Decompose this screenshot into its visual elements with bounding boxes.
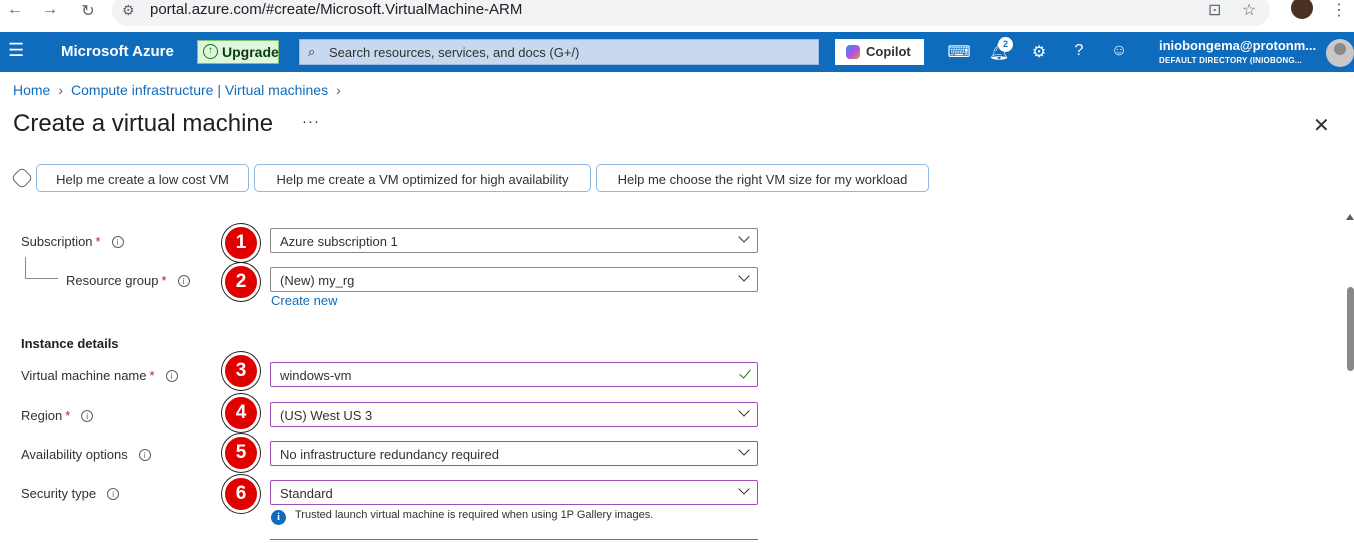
breadcrumb: Home › Compute infrastructure | Virtual ma… [13, 82, 349, 98]
security-type-value: Standard [280, 486, 333, 501]
security-info-note: i Trusted launch virtual machine is requi… [271, 509, 653, 525]
create-new-link[interactable]: Create new [271, 293, 337, 308]
step-marker-2: 2 [222, 263, 260, 301]
next-field-partial [270, 539, 758, 543]
cloud-shell-icon[interactable]: ⌨ [947, 42, 971, 62]
upgrade-arrow-icon: ↑ [203, 44, 218, 59]
step-marker-3: 3 [222, 352, 260, 390]
avatar[interactable] [1326, 39, 1354, 67]
tree-connector [25, 257, 58, 279]
address-bar[interactable]: ⚙ portal.azure.com/#create/Microsoft.Vir… [112, 0, 1270, 26]
account-directory: DEFAULT DIRECTORY (INIOBONG... [1159, 56, 1303, 65]
checkmark-icon [739, 366, 751, 379]
azure-top-bar: ☰ Microsoft Azure ↑ Upgrade ⌕ Search res… [0, 32, 1354, 72]
subscription-select[interactable]: Azure subscription 1 [270, 228, 758, 253]
security-type-label: Security type i [21, 486, 120, 501]
step-marker-6: 6 [222, 475, 260, 513]
feedback-icon[interactable]: ☺ [1107, 42, 1131, 60]
availability-select[interactable]: No infrastructure redundancy required [270, 441, 758, 466]
close-icon[interactable]: ✕ [1313, 113, 1330, 138]
security-note-text: Trusted launch virtual machine is requir… [295, 509, 654, 521]
subscription-value: Azure subscription 1 [280, 234, 398, 249]
hamburger-icon[interactable]: ☰ [8, 40, 24, 61]
region-select[interactable]: (US) West US 3 [270, 402, 758, 427]
step-marker-4: 4 [222, 394, 260, 432]
help-vm-size-button[interactable]: Help me choose the right VM size for my … [596, 164, 929, 192]
back-arrow-icon[interactable]: ← [5, 1, 25, 19]
region-label: Region * i [21, 408, 94, 423]
copilot-button[interactable]: Copilot [835, 39, 924, 65]
browser-toolbar: ← → ↻ ⚙ portal.azure.com/#create/Microso… [0, 0, 1354, 32]
upgrade-label: Upgrade [222, 44, 279, 60]
security-type-select[interactable]: Standard [270, 480, 758, 505]
url-text[interactable]: portal.azure.com/#create/Microsoft.Virtu… [150, 1, 522, 18]
upgrade-button[interactable]: ↑ Upgrade [197, 40, 279, 64]
chevron-down-icon [738, 231, 750, 243]
info-icon[interactable]: i [81, 410, 94, 422]
browser-menu-icon[interactable]: ⋮ [1331, 0, 1347, 20]
chevron-down-icon [738, 483, 750, 495]
site-settings-icon[interactable]: ⚙ [122, 2, 135, 19]
required-asterisk: * [95, 234, 101, 249]
chevron-down-icon [738, 405, 750, 417]
breadcrumb-virtual-machines[interactable]: Compute infrastructure | Virtual machine… [71, 82, 328, 98]
info-filled-icon: i [271, 510, 286, 525]
page-title: Create a virtual machine [13, 110, 274, 137]
search-placeholder: Search resources, services, and docs (G+… [329, 45, 580, 60]
forward-arrow-icon[interactable]: → [40, 1, 60, 19]
copilot-label: Copilot [866, 44, 911, 59]
more-options-icon[interactable]: ··· [302, 113, 320, 130]
required-asterisk: * [161, 273, 167, 288]
reload-icon[interactable]: ↻ [78, 1, 98, 21]
info-icon[interactable]: i [107, 488, 120, 500]
resource-group-label: Resource group * i [66, 273, 190, 288]
breadcrumb-home[interactable]: Home [13, 82, 50, 98]
search-input[interactable]: ⌕ Search resources, services, and docs (… [299, 39, 819, 65]
scrollbar-thumb[interactable] [1347, 287, 1354, 371]
required-asterisk: * [65, 408, 71, 423]
help-icon[interactable]: ? [1067, 42, 1091, 60]
required-asterisk: * [149, 368, 155, 383]
info-icon[interactable]: i [177, 275, 190, 287]
install-app-icon[interactable]: ⊡ [1208, 0, 1221, 20]
account-menu[interactable]: iniobongema@protonm... DEFAULT DIRECTORY… [1159, 38, 1324, 65]
copilot-outline-icon [10, 166, 34, 190]
help-high-availability-button[interactable]: Help me create a VM optimized for high a… [254, 164, 591, 192]
notification-count-badge: 2 [998, 37, 1013, 52]
gear-icon[interactable]: ⚙ [1027, 42, 1051, 62]
availability-value: No infrastructure redundancy required [280, 447, 499, 462]
account-email: iniobongema@protonm... [1159, 38, 1317, 53]
scroll-up-arrow-icon[interactable] [1346, 214, 1354, 220]
vm-name-input[interactable]: windows-vm [270, 362, 758, 387]
help-low-cost-vm-button[interactable]: Help me create a low cost VM [36, 164, 249, 192]
copilot-icon [846, 45, 860, 59]
resource-group-select[interactable]: (New) my_rg [270, 267, 758, 292]
bookmark-star-icon[interactable]: ☆ [1242, 0, 1256, 20]
browser-profile-avatar[interactable] [1291, 0, 1313, 19]
chevron-right-icon: › [336, 82, 341, 98]
step-marker-5: 5 [222, 434, 260, 472]
chevron-down-icon [738, 444, 750, 456]
subscription-label: Subscription * i [21, 234, 124, 249]
region-value: (US) West US 3 [280, 408, 373, 423]
availability-label: Availability options i [21, 447, 151, 462]
vm-name-label: Virtual machine name * i [21, 368, 178, 383]
info-icon[interactable]: i [111, 236, 124, 248]
chevron-down-icon [738, 270, 750, 282]
info-icon[interactable]: i [138, 449, 151, 461]
instance-details-heading: Instance details [21, 336, 119, 351]
step-marker-1: 1 [222, 224, 260, 262]
vm-name-value: windows-vm [280, 368, 352, 383]
resource-group-value: (New) my_rg [280, 273, 355, 288]
brand-title[interactable]: Microsoft Azure [61, 43, 174, 60]
chevron-right-icon: › [58, 82, 64, 98]
search-icon: ⌕ [308, 44, 316, 59]
info-icon[interactable]: i [165, 370, 178, 382]
